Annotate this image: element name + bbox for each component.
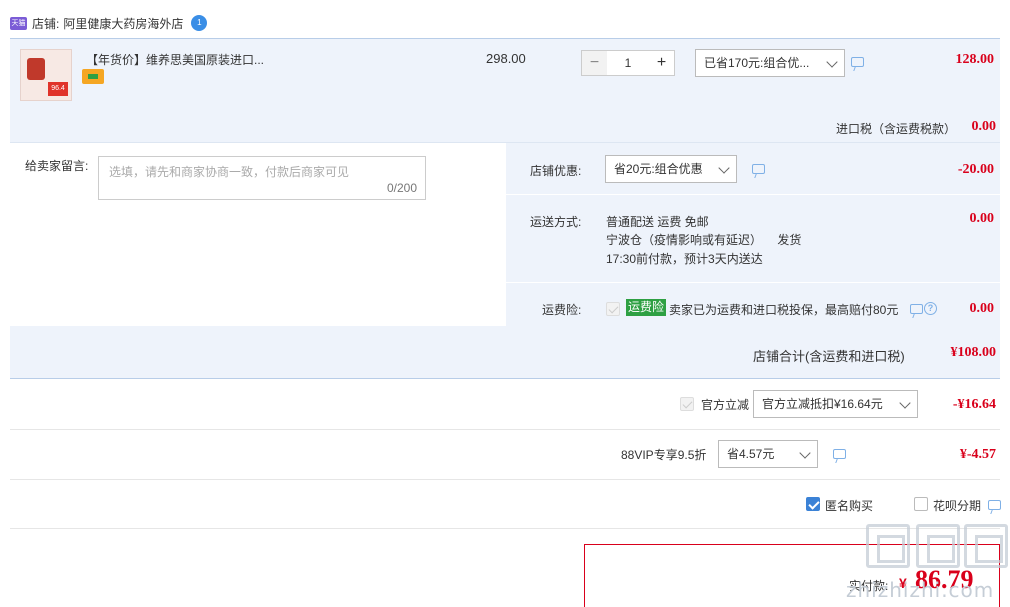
chevron-down-icon [799,447,811,459]
shop-discount-select[interactable]: 省20元:组合优惠 [605,155,737,183]
shipping-row: 运送方式: 普通配送 运费 免邮 宁波仓（疫情影响或有延迟） 发货 17:30前… [506,194,1000,282]
chevron-down-icon [718,162,730,174]
huabei-installment-checkbox[interactable] [914,497,928,511]
vip-discount-label: 88VIP专享9.5折 [621,448,707,462]
official-discount-select-value: 官方立减抵扣¥16.64元 [762,397,883,411]
site-watermark: zhizhizhi.com [846,518,1010,607]
import-tax-amount: 0.00 [971,119,997,134]
shipping-warehouse: 宁波仓（疫情影响或有延迟） [606,233,763,247]
vip-discount-select[interactable]: 省4.57元 [718,440,818,468]
shipping-label: 运送方式: [530,215,582,229]
seller-memo-char-count: 0/200 [386,181,417,195]
chevron-down-icon [826,56,838,68]
quantity-decrease-button[interactable]: − [581,50,607,76]
vip-message-icon[interactable] [833,449,846,459]
shop-discount-amount: -20.00 [957,162,994,177]
import-tax-label: 进口税（含运费税款） [836,122,957,136]
divider [10,479,1000,480]
watermark-logo-glyph [866,524,910,568]
shop-name-link[interactable]: 阿里健康大药房海外店 [63,15,183,32]
watermark-logo-glyph [964,524,1008,568]
thumbnail-tag: 96.4 [48,82,68,96]
shop-total-row: 店铺合计(含运费和进口税) ¥108.00 [10,326,1000,379]
anonymous-purchase-label: 匿名购买 [825,499,874,513]
shop-discount-label: 店铺优惠: [530,164,582,178]
watermark-logo-glyph [916,524,960,568]
official-discount-checkbox[interactable] [680,397,694,411]
unit-price: 298.00 [486,51,526,66]
quantity-increase-button[interactable]: + [649,50,675,76]
product-thumbnail[interactable]: 96.4 [20,49,72,101]
watermark-text: zhizhizhi.com [846,578,995,602]
insurance-message-icon[interactable] [910,304,923,314]
seller-memo-label: 给卖家留言: [25,159,89,173]
official-discount-amount: -¥16.64 [952,397,996,412]
insurance-description: 卖家已为运费和进口税投保，最高赔付80元 [669,303,899,317]
shipping-amount: 0.00 [969,211,995,226]
shop-total-label: 店铺合计(含运费和进口税) [753,349,905,364]
huabei-message-icon[interactable] [988,500,1001,510]
seller-memo-placeholder: 选填，请先和商家协商一致，付款后商家可见 [109,165,350,179]
shipping-warehouse-line: 宁波仓（疫情影响或有延迟） 发货 [606,231,801,248]
anonymous-purchase-checkbox[interactable] [806,497,820,511]
item-promo-select-value: 已省170元:组合优... [704,56,810,70]
insurance-amount: 0.00 [969,301,995,316]
item-amount: 128.00 [955,52,995,67]
shop-discount-message-icon[interactable] [752,164,765,174]
shop-label: 店铺: [32,16,60,31]
product-title[interactable]: 【年货价】维养思美国原装进口... [86,51,264,68]
insurance-label: 运费险: [542,303,582,317]
tmall-shop-icon: 天猫 [10,16,27,30]
quantity-input[interactable]: 1 [607,50,649,76]
product-jar-graphic [27,58,45,80]
insurance-row: 运费险: 运费险 卖家已为运费和进口税投保，最高赔付80元 ? 0.00 [506,282,1000,327]
seller-memo-panel: 给卖家留言: 选填，请先和商家协商一致，付款后商家可见 0/200 [10,142,506,326]
shop-header: 天猫 店铺: 阿里健康大药房海外店 1 [10,12,208,34]
shipping-dispatch: 发货 [777,233,802,247]
shop-total-amount: ¥108.00 [950,345,997,360]
shipping-eta: 17:30前付款，预计3天内送达 [606,252,763,266]
credit-card-badge-icon [82,69,104,84]
official-discount-select[interactable]: 官方立减抵扣¥16.64元 [753,390,918,418]
insurance-tag: 运费险 [626,299,667,316]
vip-discount-amount: ¥-4.57 [959,447,996,462]
official-discount-label: 官方立减 [701,398,750,412]
chevron-down-icon [899,397,911,409]
shop-discount-select-value: 省20元:组合优惠 [614,162,703,176]
seller-memo-textarea[interactable]: 选填，请先和商家协商一致，付款后商家可见 0/200 [98,156,426,200]
huabei-installment-label: 花呗分期 [933,499,982,513]
vip-discount-select-value: 省4.57元 [727,447,775,461]
promo-message-icon[interactable] [851,57,864,67]
item-promo-select[interactable]: 已省170元:组合优... [695,49,845,77]
shop-discount-row: 店铺优惠: 省20元:组合优惠 -20.00 [506,142,1000,194]
shipping-method: 普通配送 运费 免邮 [606,215,709,229]
insurance-checkbox[interactable] [606,302,620,316]
order-item: 96.4 【年货价】维养思美国原装进口... 298.00 − 1 + 已省17… [10,38,1000,142]
quantity-stepper: − 1 + [581,50,675,76]
wangwang-chat-icon[interactable]: 1 [191,15,208,31]
divider [10,429,1000,430]
